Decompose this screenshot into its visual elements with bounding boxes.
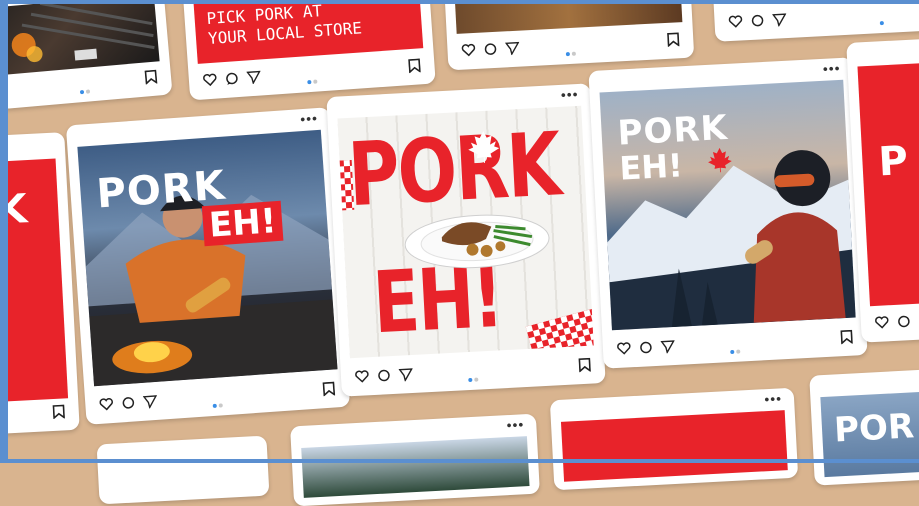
send-icon[interactable] [398, 367, 414, 382]
post-image-plate: PORK EH! [337, 105, 594, 359]
bookmark-icon[interactable] [52, 404, 65, 420]
post-image-forest [301, 436, 530, 498]
post-action-bar [11, 69, 158, 101]
comment-icon[interactable] [121, 395, 136, 410]
post-card-grill[interactable] [0, 0, 173, 110]
send-icon[interactable] [246, 69, 261, 85]
more-icon[interactable]: ••• [822, 60, 841, 77]
post-image-grill [0, 0, 160, 75]
comment-icon[interactable] [483, 42, 498, 57]
more-icon[interactable]: ••• [560, 86, 579, 103]
post-card-hiker[interactable]: ••• PORK EH! [65, 107, 351, 425]
comment-icon[interactable] [639, 340, 654, 355]
more-icon[interactable]: ••• [506, 416, 525, 433]
frame-border-top [0, 0, 919, 4]
post-card-retail[interactable]: PICK PORK AT YOUR LOCAL STORE [182, 0, 436, 101]
heart-icon[interactable] [99, 397, 114, 412]
more-icon[interactable]: ••• [300, 110, 319, 127]
heart-icon[interactable] [461, 43, 476, 58]
post-action-bar [617, 329, 854, 360]
post-action-bar [875, 312, 919, 334]
send-icon[interactable] [660, 339, 676, 354]
post-card-top-right[interactable] [712, 0, 919, 42]
post-image-hiker: PORK EH! [77, 129, 338, 387]
frame-border-bottom [0, 459, 919, 463]
post-image-red: P [857, 61, 919, 307]
post-action-bar [10, 404, 65, 425]
heart-icon[interactable] [728, 14, 743, 29]
post-action-bar [99, 381, 336, 415]
partial-headline: POR [833, 406, 916, 451]
bookmark-icon[interactable] [144, 69, 158, 85]
send-icon[interactable] [772, 12, 787, 27]
maple-leaf-icon [468, 130, 500, 163]
maple-leaf-icon [708, 147, 732, 173]
more-icon[interactable]: ••• [764, 390, 783, 407]
post-image-retail: PICK PORK AT YOUR LOCAL STORE [192, 0, 424, 64]
post-image-bottom-right: POR [820, 390, 919, 478]
send-icon[interactable] [505, 41, 520, 56]
comment-icon[interactable] [750, 13, 765, 28]
checkered-cloth [525, 308, 594, 359]
partial-headline: P [877, 138, 910, 186]
heart-icon[interactable] [355, 369, 370, 384]
post-card-plate[interactable]: ••• PORK EH! [326, 83, 606, 397]
post-image-red [560, 410, 788, 482]
comment-icon[interactable] [897, 314, 912, 329]
bookmark-icon[interactable] [408, 58, 421, 74]
send-icon[interactable] [142, 394, 158, 409]
post-card-bottom-1[interactable] [96, 435, 270, 505]
post-card-food-top[interactable] [443, 0, 695, 71]
heart-icon[interactable] [617, 341, 632, 356]
checkered-cloth-left [337, 159, 355, 211]
post-action-bar [355, 357, 592, 388]
post-card-left-partial[interactable]: K [0, 132, 80, 434]
grill-illustration [11, 1, 155, 63]
post-image-red: K [0, 158, 69, 402]
post-card-skier[interactable]: ••• PORK EH! [588, 57, 868, 369]
social-post-collage: PICK PORK AT YOUR LOCAL STORE K ••• PORK… [0, 0, 919, 506]
post-action-bar [202, 58, 421, 91]
heart-icon[interactable] [202, 73, 217, 88]
post-image-food [454, 0, 683, 34]
post-card-bottom-3[interactable]: ••• [549, 387, 799, 491]
bookmark-icon[interactable] [322, 381, 336, 397]
hiker-headline-2: EH! [201, 200, 284, 247]
heart-icon[interactable] [875, 315, 890, 330]
post-action-bar [461, 32, 680, 61]
bookmark-icon[interactable] [840, 329, 853, 345]
post-action-bar [728, 5, 919, 33]
plate-illustration [404, 214, 550, 269]
post-image-skier: PORK EH! [599, 79, 856, 331]
bookmark-icon[interactable] [578, 357, 591, 373]
frame-border-left [0, 0, 8, 463]
comment-icon[interactable] [377, 368, 392, 383]
skier-headline-2: EH! [618, 146, 684, 188]
post-card-bottom-4[interactable]: ••• POR [809, 368, 919, 486]
bookmark-icon[interactable] [667, 32, 680, 47]
comment-icon[interactable] [224, 71, 239, 86]
